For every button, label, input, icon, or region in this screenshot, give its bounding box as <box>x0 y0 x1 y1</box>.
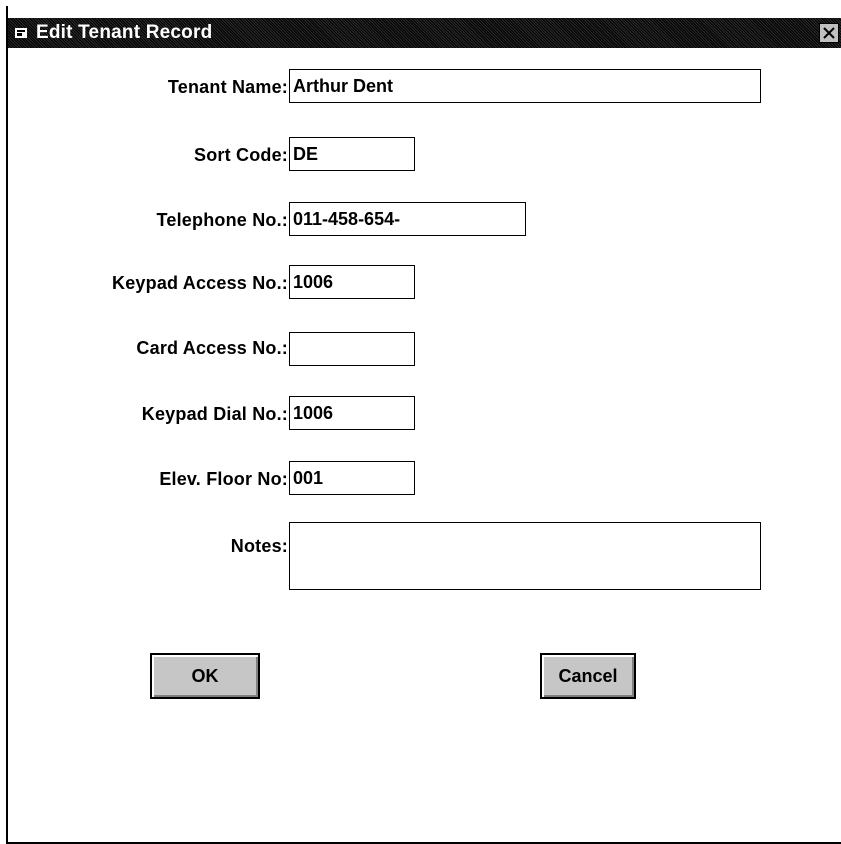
tenant-name-label: Tenant Name: <box>167 77 288 97</box>
keypad-dial-field[interactable]: 1006 <box>289 396 415 430</box>
notes-label: Notes: <box>230 536 288 556</box>
ok-button[interactable]: OK <box>150 653 260 699</box>
close-button[interactable] <box>819 23 839 43</box>
window-title: Edit Tenant Record <box>36 22 213 43</box>
keypad-access-label: Keypad Access No.: <box>112 273 288 293</box>
elevator-floor-field[interactable]: 001 <box>289 461 415 495</box>
keypad-access-field[interactable]: 1006 <box>289 265 415 299</box>
close-icon <box>823 27 835 39</box>
window-menu-icon[interactable] <box>14 26 28 40</box>
cancel-button[interactable]: Cancel <box>540 653 636 699</box>
edit-tenant-dialog: Edit Tenant Record Tenant Name: Arthur D… <box>6 6 841 844</box>
card-access-label: Card Access No.: <box>136 338 288 358</box>
sort-code-field[interactable]: DE <box>289 137 415 171</box>
elevator-floor-label: Elev. Floor No: <box>159 469 288 489</box>
card-access-field[interactable] <box>289 332 415 366</box>
title-bar[interactable]: Edit Tenant Record <box>8 18 841 48</box>
keypad-dial-label: Keypad Dial No.: <box>141 404 288 424</box>
notes-field[interactable] <box>289 522 761 590</box>
sort-code-label: Sort Code: <box>194 145 288 165</box>
tenant-name-field[interactable]: Arthur Dent <box>289 69 761 103</box>
telephone-label: Telephone No.: <box>156 210 288 230</box>
telephone-field[interactable]: 011-458-654- <box>289 202 526 236</box>
